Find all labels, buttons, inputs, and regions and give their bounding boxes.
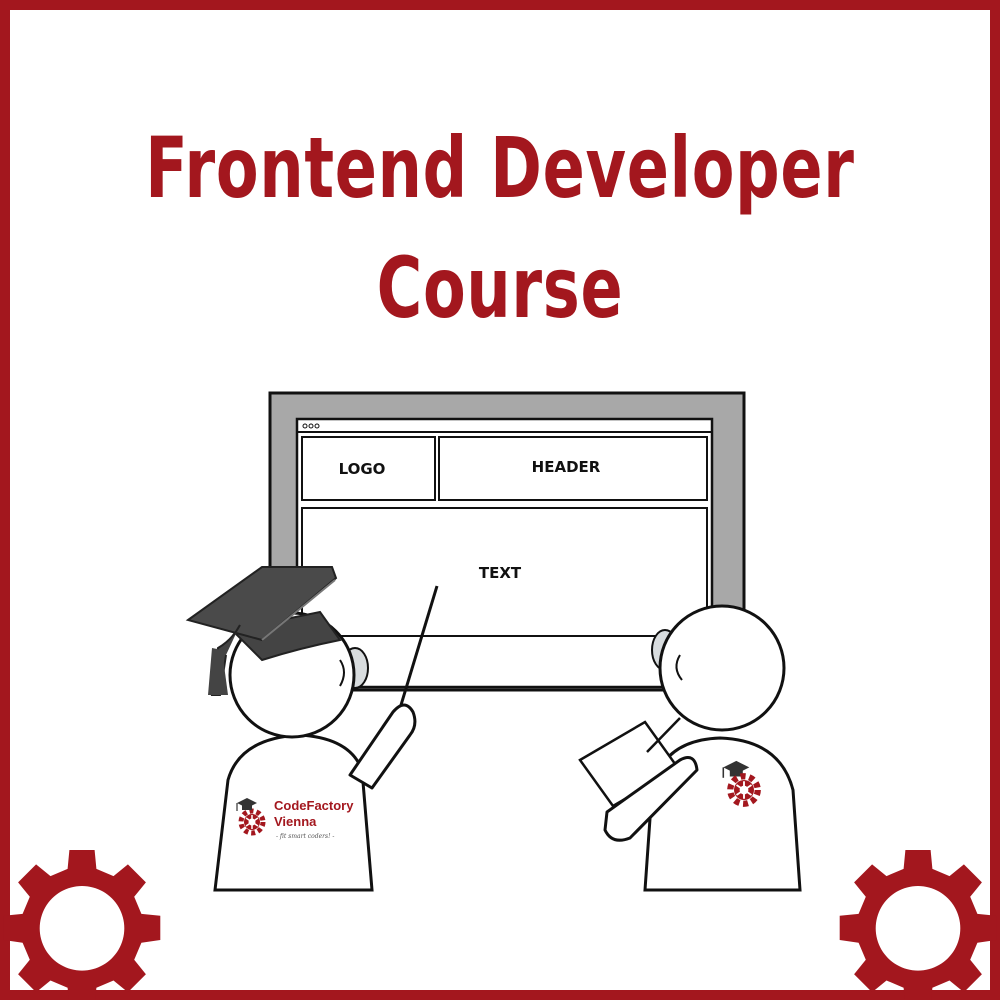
brand-line-1: CodeFactory [274,798,354,813]
brand-slogan: - fit smart coders! - [276,833,334,840]
header-label: HEADER [532,458,601,476]
text-label: TEXT [479,564,522,582]
corner-gear-left-icon [3,850,161,1000]
logo-label: LOGO [339,460,386,478]
illustration: LOGO HEADER TEXT CodeFactory Vienna - fi… [3,391,997,1000]
corner-gear-right-icon [839,850,997,1000]
brand-line-2: Vienna [274,814,317,829]
